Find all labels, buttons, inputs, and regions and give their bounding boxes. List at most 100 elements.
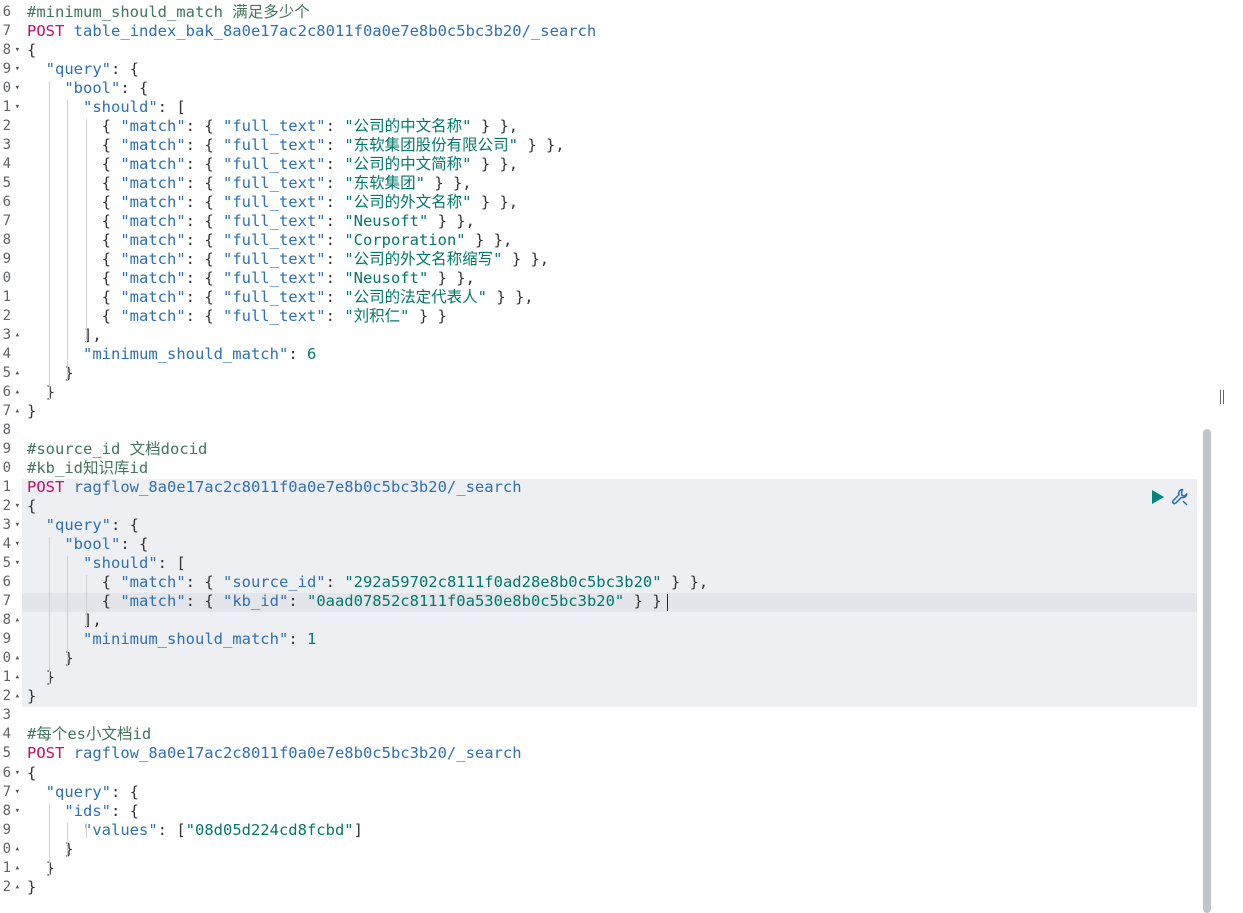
- code-editor[interactable]: 6 7 8 ▾ 9 ▾ 0 ▾ 1 ▾ 2 3 4 5 6 7 8 9 0 1 2 3 ▴ 4 5 ▴ 6 ▴ 7 ▴ 8 9 0 1 2 ▾ 3 ▾ 4 ▾…: [0, 0, 1200, 913]
- fold-toggle-icon[interactable]: ▴: [15, 383, 20, 402]
- code-line[interactable]: }: [22, 840, 1197, 859]
- fold-toggle-icon[interactable]: ▾: [15, 802, 20, 821]
- play-icon[interactable]: [1150, 488, 1166, 506]
- code-line[interactable]: }: [22, 859, 1197, 878]
- code-line[interactable]: "query": {: [22, 783, 1197, 802]
- code-line[interactable]: "minimum_should_match": 1: [22, 630, 1197, 649]
- code-line[interactable]: ],: [22, 611, 1197, 630]
- fold-toggle-icon[interactable]: ▴: [15, 878, 20, 897]
- code-line[interactable]: [22, 421, 1197, 440]
- code-line[interactable]: {: [22, 764, 1197, 783]
- code-line[interactable]: { "match": { "full_text": "Neusoft" } },: [22, 212, 1197, 231]
- fold-toggle-icon[interactable]: ▴: [15, 859, 20, 878]
- scrollbar-thumb[interactable]: [1203, 429, 1211, 913]
- line-number[interactable]: 7 ▴: [0, 402, 22, 421]
- code-lines[interactable]: #minimum_should_match 满足多少个 POST table_in…: [22, 0, 1200, 913]
- fold-toggle-icon[interactable]: ▴: [15, 402, 20, 421]
- line-number[interactable]: 7 ▾: [0, 783, 22, 802]
- line-number[interactable]: 5 ▾: [0, 554, 22, 573]
- line-number[interactable]: 6 ▾: [0, 764, 22, 783]
- line-number[interactable]: 2 ▾: [0, 497, 22, 516]
- code-line[interactable]: POST table_index_bak_8a0e17ac2c8011f0a0e…: [22, 22, 1197, 41]
- code-line[interactable]: "ids": {: [22, 802, 1197, 821]
- code-line[interactable]: { "match": { "full_text": "公司的法定代表人" } }…: [22, 288, 1197, 307]
- code-line[interactable]: }: [22, 878, 1197, 897]
- code-line[interactable]: "values": ["08d05d224cd8fcbd"]: [22, 821, 1197, 840]
- code-line[interactable]: }: [22, 364, 1197, 383]
- line-number[interactable]: 6 ▴: [0, 383, 22, 402]
- panel-resize-handle[interactable]: [1219, 390, 1225, 406]
- fold-toggle-icon[interactable]: ▴: [15, 611, 20, 630]
- code-line[interactable]: "should": [: [22, 554, 1197, 573]
- code-line[interactable]: { "match": { "full_text": "Neusoft" } },: [22, 269, 1197, 288]
- fold-toggle-icon[interactable]: ▴: [15, 668, 20, 687]
- code-line[interactable]: }: [22, 402, 1197, 421]
- code-line[interactable]: { "match": { "full_text": "东软集团" } },: [22, 174, 1197, 193]
- fold-toggle-icon[interactable]: ▾: [15, 535, 20, 554]
- code-line[interactable]: "bool": {: [22, 535, 1197, 554]
- line-number[interactable]: 2 ▴: [0, 687, 22, 706]
- line-number[interactable]: 1 ▴: [0, 859, 22, 878]
- line-number[interactable]: 5 ▴: [0, 364, 22, 383]
- fold-toggle-icon[interactable]: ▾: [15, 554, 20, 573]
- fold-toggle-icon[interactable]: ▴: [15, 840, 20, 859]
- code-line[interactable]: POST ragflow_8a0e17ac2c8011f0a0e7e8b0c5b…: [22, 744, 1197, 763]
- code-line[interactable]: { "match": { "full_text": "刘积仁" } }: [22, 307, 1197, 326]
- code-line[interactable]: "query": {: [22, 60, 1197, 79]
- code-line[interactable]: }: [22, 687, 1197, 706]
- code-line[interactable]: { "match": { "full_text": "公司的中文简称" } },: [22, 155, 1197, 174]
- code-line[interactable]: { "match": { "full_text": "公司的中文名称" } },: [22, 117, 1197, 136]
- code-line[interactable]: }: [22, 668, 1197, 687]
- line-number[interactable]: 9 ▾: [0, 60, 22, 79]
- fold-toggle-icon[interactable]: ▾: [15, 79, 20, 98]
- code-line[interactable]: {: [22, 41, 1197, 60]
- fold-toggle-icon[interactable]: ▴: [15, 364, 20, 383]
- fold-toggle-icon[interactable]: ▴: [15, 687, 20, 706]
- vertical-scrollbar[interactable]: [1201, 425, 1213, 913]
- code-line[interactable]: #source_id 文档docid: [22, 440, 1197, 459]
- code-line[interactable]: #minimum_should_match 满足多少个: [22, 3, 1197, 22]
- line-number[interactable]: 1 ▾: [0, 98, 22, 117]
- code-line[interactable]: #kb_id知识库id: [22, 459, 1197, 478]
- code-line[interactable]: "minimum_should_match": 6: [22, 345, 1197, 364]
- line-number[interactable]: 0 ▴: [0, 840, 22, 859]
- code-line[interactable]: #每个es小文档id: [22, 725, 1197, 744]
- code-line[interactable]: "should": [: [22, 98, 1197, 117]
- code-line[interactable]: }: [22, 383, 1197, 402]
- code-line[interactable]: [22, 706, 1197, 725]
- wrench-icon[interactable]: [1170, 487, 1190, 507]
- code-line[interactable]: ],: [22, 326, 1197, 345]
- fold-toggle-icon[interactable]: ▾: [15, 98, 20, 117]
- fold-toggle-icon[interactable]: ▾: [15, 497, 20, 516]
- code-line[interactable]: "query": {: [22, 516, 1197, 535]
- fold-toggle-icon[interactable]: ▾: [15, 516, 20, 535]
- token-pun: [27, 516, 46, 534]
- code-line[interactable]: { "match": { "full_text": "公司的外文名称" } },: [22, 193, 1197, 212]
- line-number[interactable]: 0 ▾: [0, 79, 22, 98]
- line-number[interactable]: 2 ▴: [0, 878, 22, 897]
- line-number[interactable]: 8 ▾: [0, 802, 22, 821]
- code-line[interactable]: { "match": { "source_id": "292a59702c811…: [22, 573, 1197, 592]
- fold-toggle-icon[interactable]: ▴: [15, 326, 20, 345]
- fold-toggle-icon[interactable]: ▾: [15, 764, 20, 783]
- line-number[interactable]: 1 ▴: [0, 668, 22, 687]
- line-number[interactable]: 4 ▾: [0, 535, 22, 554]
- fold-toggle-icon[interactable]: ▾: [15, 60, 20, 79]
- code-line[interactable]: { "match": { "full_text": "东软集团股份有限公司" }…: [22, 136, 1197, 155]
- code-line[interactable]: {: [22, 497, 1197, 516]
- code-line[interactable]: { "match": { "full_text": "公司的外文名称缩写" } …: [22, 250, 1197, 269]
- line-number[interactable]: 0 ▴: [0, 649, 22, 668]
- fold-toggle-icon[interactable]: ▾: [15, 41, 20, 60]
- line-number[interactable]: 8 ▾: [0, 41, 22, 60]
- line-number[interactable]: 3 ▴: [0, 326, 22, 345]
- code-line[interactable]: { "match": { "full_text": "Corporation" …: [22, 231, 1197, 250]
- code-line[interactable]: { "match": { "kb_id": "0aad07852c8111f0a…: [22, 592, 1197, 611]
- line-number[interactable]: 8 ▴: [0, 611, 22, 630]
- code-line[interactable]: "bool": {: [22, 79, 1197, 98]
- fold-toggle-icon[interactable]: ▾: [15, 783, 20, 802]
- code-line[interactable]: POST ragflow_8a0e17ac2c8011f0a0e7e8b0c5b…: [22, 478, 1197, 497]
- code-line[interactable]: }: [22, 649, 1197, 668]
- indent-guide: [67, 823, 69, 858]
- line-number[interactable]: 3 ▾: [0, 516, 22, 535]
- fold-toggle-icon[interactable]: ▴: [15, 649, 20, 668]
